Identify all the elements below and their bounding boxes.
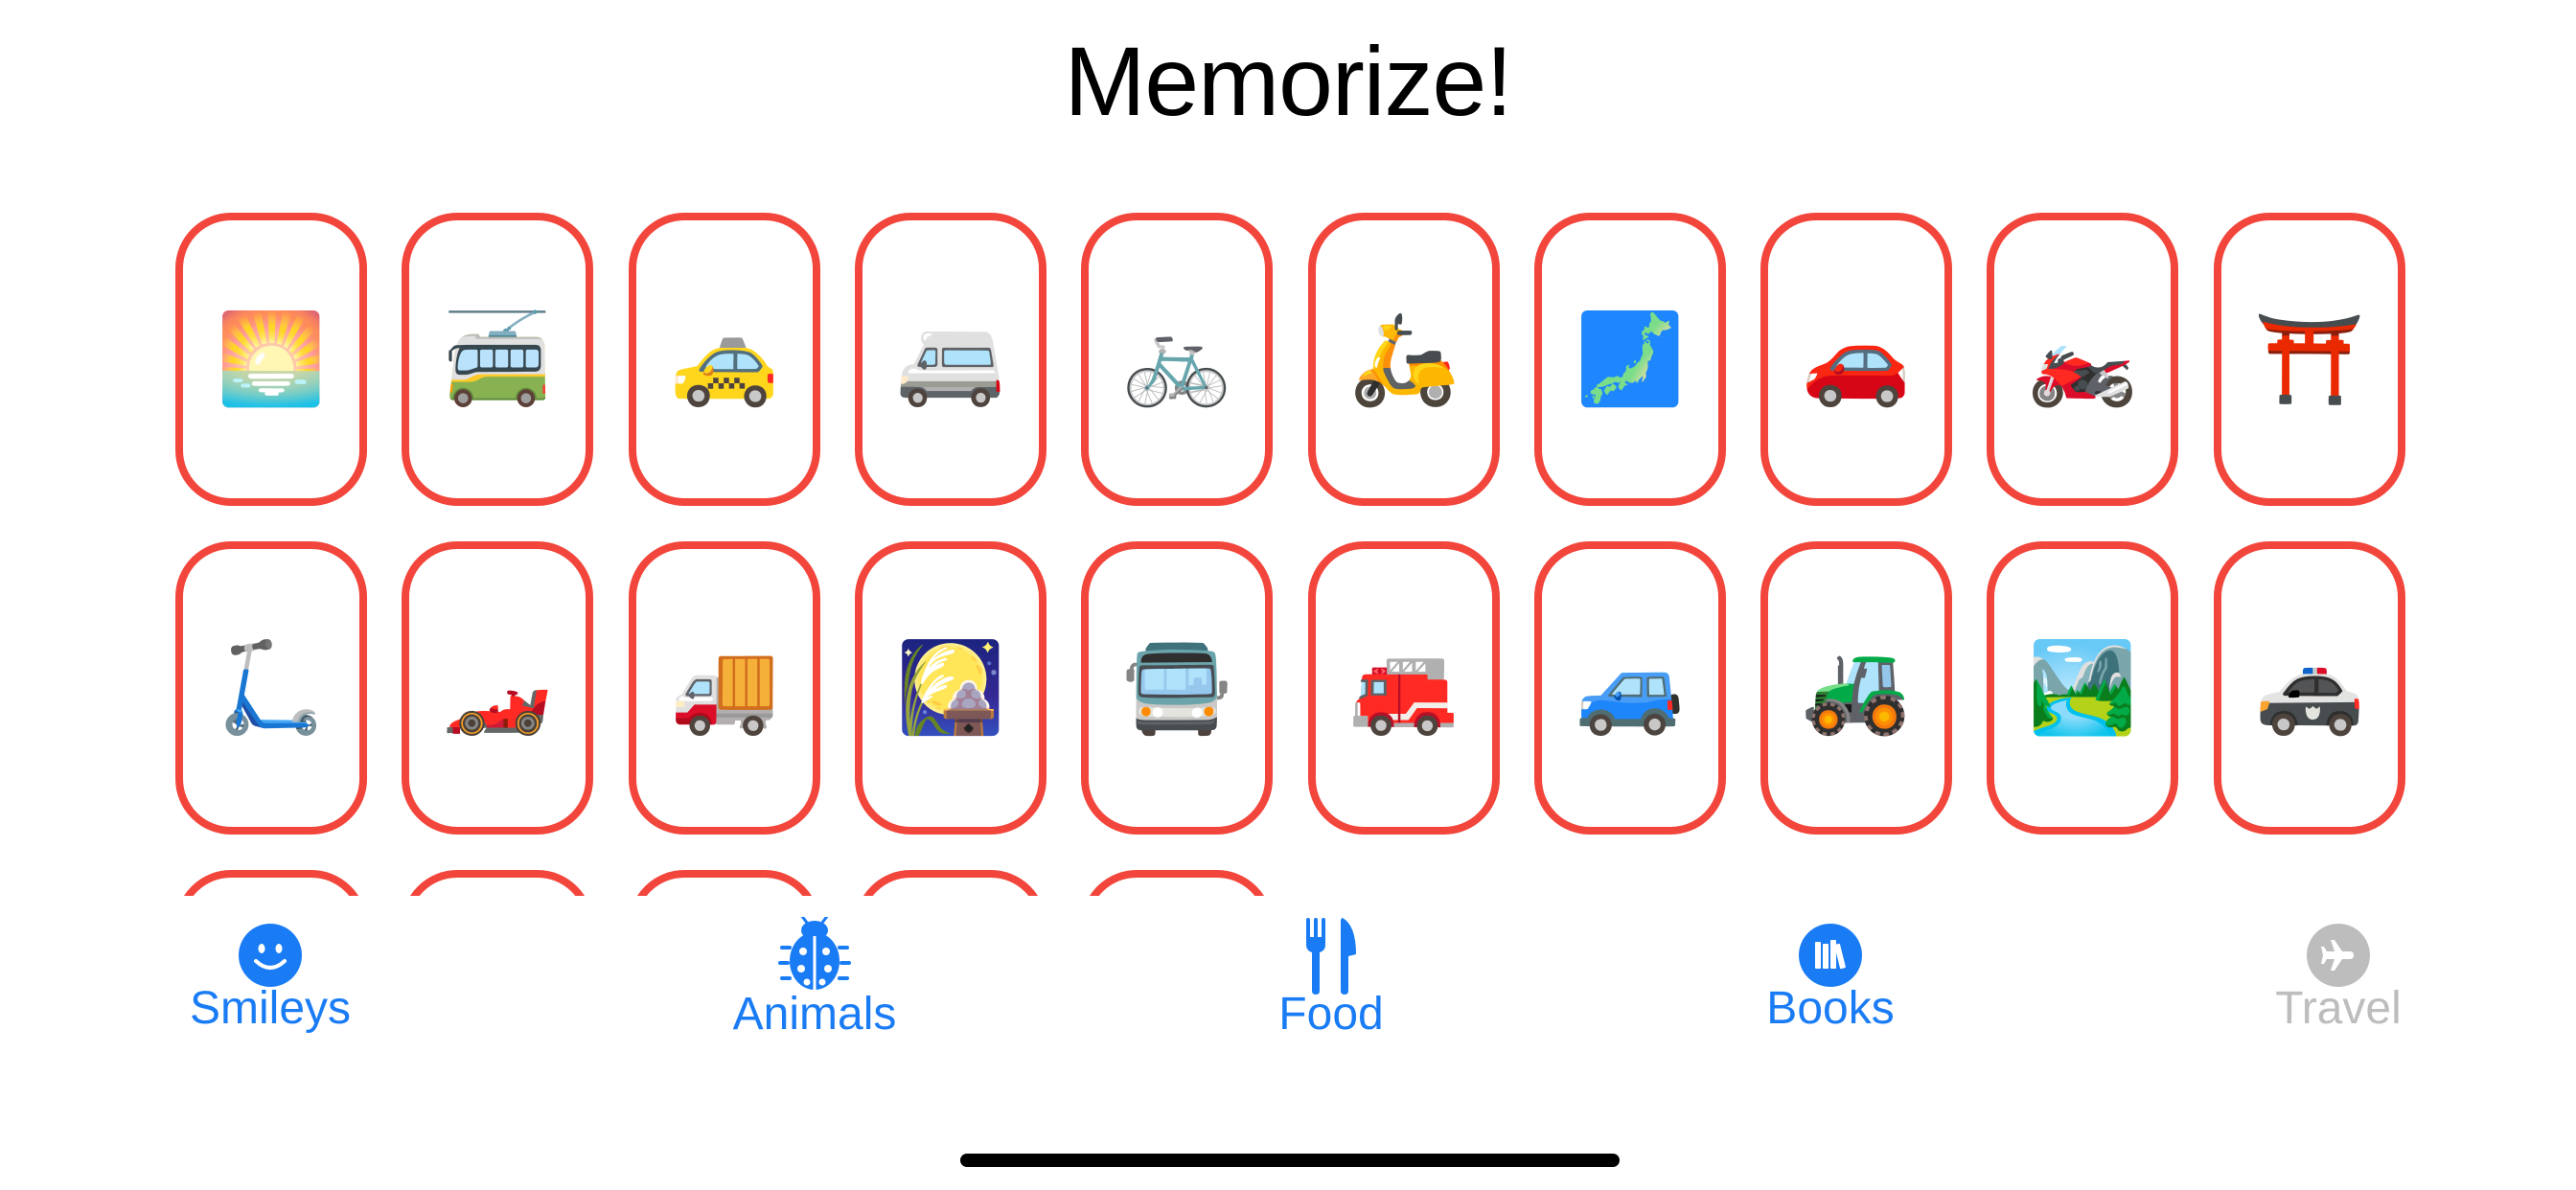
card-kick-scooter[interactable]: 🛴	[175, 541, 367, 835]
card-emoji: 🚗	[1801, 308, 1912, 410]
card-shinto-shrine[interactable]: ⛩️	[2214, 213, 2405, 506]
card-delivery-truck[interactable]: 🚚	[629, 541, 820, 835]
card-emoji: 🚎	[442, 308, 553, 410]
card-minibus[interactable]: 🚐	[855, 213, 1046, 506]
tab-smileys[interactable]: Smileys	[126, 896, 414, 1087]
tab-animals[interactable]: Animals	[671, 896, 958, 1087]
card-card-partial[interactable]	[175, 870, 367, 896]
card-tractor[interactable]: 🚜	[1760, 541, 1952, 835]
tab-travel[interactable]: Travel	[2195, 896, 2482, 1087]
card-emoji: 🏍️	[2027, 308, 2138, 410]
card-sport-utility-vehicle[interactable]: 🚙	[1534, 541, 1726, 835]
card-card-partial[interactable]	[1081, 870, 1273, 896]
card-taxi[interactable]: 🚕	[629, 213, 820, 506]
card-emoji: 🛴	[216, 636, 327, 739]
card-emoji: 🎑	[895, 636, 1006, 739]
tab-label: Food	[1278, 989, 1384, 1040]
card-automobile[interactable]: 🚗	[1760, 213, 1952, 506]
card-emoji: 🚐	[895, 308, 1006, 410]
card-emoji: 🗾	[1575, 308, 1686, 410]
card-emoji: 🚜	[1801, 636, 1912, 739]
card-grid[interactable]: 🌅 🚎 🚕 🚐 🚲 🛵 🗾 🚗 🏍️ ⛩️ 🛴 🏎️ 🚚 🎑 🚍 🚒 🚙 🚜 🏞️ 🚓	[0, 192, 2576, 896]
card-sunrise[interactable]: 🌅	[175, 213, 367, 506]
tab-label: Travel	[2275, 983, 2402, 1034]
card-emoji: 🚍	[1121, 636, 1232, 739]
card-map-of-japan[interactable]: 🗾	[1534, 213, 1726, 506]
card-emoji: 🚕	[669, 308, 780, 410]
card-moon-viewing-ceremony[interactable]: 🎑	[855, 541, 1046, 835]
card-card-partial[interactable]	[855, 870, 1046, 896]
card-motor-scooter[interactable]: 🛵	[1308, 213, 1500, 506]
card-bicycle[interactable]: 🚲	[1081, 213, 1273, 506]
card-emoji: 🚓	[2254, 636, 2365, 739]
card-emoji: 🚙	[1575, 636, 1686, 739]
tab-books[interactable]: Books	[1687, 896, 1974, 1087]
card-national-park[interactable]: 🏞️	[1987, 541, 2178, 835]
tab-label: Books	[1766, 983, 1895, 1034]
card-emoji: 🚚	[669, 636, 780, 739]
card-card-partial[interactable]	[402, 870, 593, 896]
card-oncoming-bus[interactable]: 🚍	[1081, 541, 1273, 835]
home-indicator	[960, 1154, 1620, 1167]
tab-food[interactable]: Food	[1187, 896, 1475, 1087]
fork-knife-icon	[1293, 917, 1369, 995]
card-police-car[interactable]: 🚓	[2214, 541, 2405, 835]
card-trolleybus[interactable]: 🚎	[402, 213, 593, 506]
page-title: Memorize!	[1064, 27, 1512, 136]
card-emoji: ⛩️	[2254, 308, 2365, 410]
card-emoji: 🏎️	[442, 636, 553, 739]
card-motorcycle[interactable]: 🏍️	[1987, 213, 2178, 506]
card-racing-car[interactable]: 🏎️	[402, 541, 593, 835]
card-card-partial[interactable]	[629, 870, 820, 896]
card-emoji: 🏞️	[2027, 636, 2138, 739]
ladybug-icon	[776, 917, 853, 994]
tab-label: Smileys	[189, 983, 352, 1034]
card-emoji: 🛵	[1348, 308, 1460, 410]
card-emoji: 🌅	[216, 308, 327, 410]
card-fire-engine[interactable]: 🚒	[1308, 541, 1500, 835]
card-emoji: 🚲	[1121, 308, 1232, 410]
tab-bar: Smileys Animals Food Books Travel	[0, 896, 2576, 1087]
tab-label: Animals	[732, 989, 897, 1040]
card-emoji: 🚒	[1348, 636, 1460, 739]
